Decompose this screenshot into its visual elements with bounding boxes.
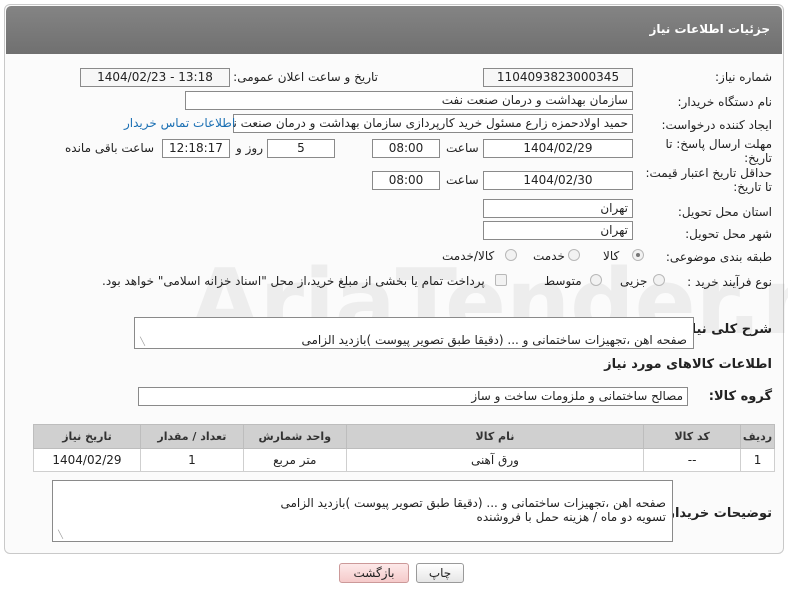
buyer-notes-label: توضیحات خریدار:	[662, 506, 772, 521]
category-radio-goods[interactable]	[632, 249, 644, 261]
category-label: طبقه بندی موضوعی:	[665, 250, 772, 264]
col-code: کد کالا	[643, 424, 742, 449]
goods-group-label: گروه کالا:	[708, 389, 772, 404]
purchase-option-minor: جزیی	[620, 274, 648, 288]
back-button[interactable]: بازگشت	[339, 563, 409, 583]
response-deadline-label-2: تاریخ:	[744, 151, 772, 165]
need-number-field: 1104093823000345	[483, 68, 633, 87]
goods-section-title: اطلاعات کالاهای مورد نیاز	[604, 357, 772, 372]
goods-group-field: مصالح ساختمانی و ملزومات ساخت و ساز	[138, 387, 688, 406]
description-textarea[interactable]: صفحه اهن ،تجهیزات ساختمانی و ... (دقیقا …	[134, 317, 694, 349]
cell-unit: متر مربع	[242, 448, 347, 472]
price-validity-label-2: تا تاریخ:	[733, 180, 772, 194]
cell-need-date: 1404/02/29	[33, 448, 141, 472]
response-date-field: 1404/02/29	[483, 139, 633, 158]
category-radio-service[interactable]	[568, 249, 580, 261]
purchase-radio-medium[interactable]	[590, 274, 602, 286]
cell-row: 1	[740, 448, 775, 472]
need-details-page: جزئیات اطلاعات نیاز AriaTender.net شماره…	[0, 0, 788, 598]
delivery-province-label: استان محل تحویل:	[677, 205, 772, 219]
treasury-bonds-text: پرداخت تمام یا بخشی از مبلغ خرید،از محل …	[102, 274, 485, 288]
col-name: نام کالا	[345, 424, 645, 449]
panel-header: جزئیات اطلاعات نیاز	[6, 6, 782, 54]
col-row: ردیف	[740, 424, 775, 449]
buyer-notes-text: صفحه اهن ،تجهیزات ساختمانی و ... (دقیقا …	[280, 496, 666, 524]
price-validity-date-field: 1404/02/30	[483, 171, 633, 190]
remaining-time-field: 12:18:17	[162, 139, 230, 158]
buyer-org-label: نام دستگاه خریدار:	[677, 95, 773, 109]
goods-table-header: ردیف کد کالا نام کالا واحد شمارش تعداد /…	[33, 424, 775, 449]
treasury-bonds-checkbox[interactable]	[495, 274, 507, 286]
response-time-label: ساعت	[446, 141, 479, 155]
col-quantity: تعداد / مقدار	[139, 424, 244, 449]
category-option-goods-service: کالا/خدمت	[442, 249, 495, 263]
purchase-type-label: نوع فرآیند خرید :	[687, 275, 772, 289]
buyer-org-field: سازمان بهداشت و درمان صنعت نفت	[185, 91, 633, 110]
description-text: صفحه اهن ،تجهیزات ساختمانی و ... (دقیقا …	[301, 333, 687, 348]
remaining-days-field: 5	[267, 139, 335, 158]
need-number-label: شماره نیاز:	[715, 70, 772, 84]
resize-grip-icon[interactable]: ╲	[55, 531, 63, 539]
goods-table: ردیف کد کالا نام کالا واحد شمارش تعداد /…	[33, 424, 775, 472]
delivery-city-label: شهر محل تحویل:	[685, 227, 772, 241]
page-title: جزئیات اطلاعات نیاز	[649, 22, 770, 36]
print-button[interactable]: چاپ	[416, 563, 464, 583]
requester-field: حمید اولادحمزه زارع مسئول خرید کارپردازی…	[233, 114, 633, 133]
purchase-radio-minor[interactable]	[653, 274, 665, 286]
response-time-field: 08:00	[372, 139, 440, 158]
resize-grip-icon[interactable]: ╲	[137, 338, 145, 346]
announce-datetime-label: تاریخ و ساعت اعلان عمومی:	[233, 70, 378, 84]
category-option-goods: کالا	[603, 249, 620, 263]
price-validity-time-label: ساعت	[446, 173, 479, 187]
buyer-contact-link[interactable]: اطلاعات تماس خریدار	[124, 116, 235, 130]
cell-name: ورق آهنی	[345, 448, 645, 472]
remaining-days-label: روز و	[236, 141, 263, 155]
remaining-time-label: ساعت باقی مانده	[65, 141, 155, 155]
delivery-city-field: تهران	[483, 221, 633, 240]
price-validity-time-field: 08:00	[372, 171, 440, 190]
requester-label: ایجاد کننده درخواست:	[661, 118, 772, 132]
response-deadline-label-1: مهلت ارسال پاسخ: تا	[665, 137, 772, 151]
col-need-date: تاریخ نیاز	[33, 424, 141, 449]
category-radio-goods-service[interactable]	[505, 249, 517, 261]
table-row: 1 -- ورق آهنی متر مربع 1 1404/02/29	[33, 448, 775, 472]
cell-quantity: 1	[139, 448, 244, 472]
category-option-service: خدمت	[533, 249, 565, 263]
cell-code: --	[643, 448, 742, 472]
col-unit: واحد شمارش	[242, 424, 347, 449]
purchase-option-medium: متوسط	[544, 274, 582, 288]
delivery-province-field: تهران	[483, 199, 633, 218]
price-validity-label-1: حداقل تاریخ اعتبار قیمت:	[645, 166, 772, 180]
buyer-notes-textarea[interactable]: صفحه اهن ،تجهیزات ساختمانی و ... (دقیقا …	[52, 480, 673, 542]
announce-datetime-field: 1404/02/23 - 13:18	[80, 68, 230, 87]
